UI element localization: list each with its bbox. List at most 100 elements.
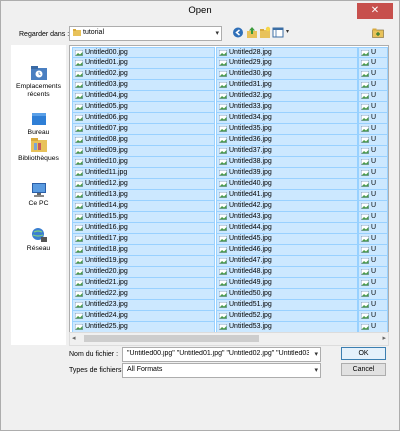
file-item[interactable]: Untitled12.jpg — [72, 179, 215, 190]
file-item[interactable]: Untitled41.jpg — [216, 190, 358, 201]
file-item[interactable]: Untitled46.jpg — [216, 245, 358, 256]
create-folder-icon[interactable] — [372, 27, 384, 38]
file-item[interactable]: Untitled18.jpg — [72, 245, 215, 256]
file-item[interactable]: Untitled47.jpg — [216, 256, 358, 267]
file-item[interactable]: Untitled43.jpg — [216, 212, 358, 223]
view-menu-icon[interactable] — [272, 26, 284, 39]
file-item[interactable]: U — [358, 58, 388, 69]
file-item[interactable]: U — [358, 278, 388, 289]
file-item[interactable]: U — [358, 47, 388, 58]
file-item[interactable]: Untitled15.jpg — [72, 212, 215, 223]
file-item[interactable]: Untitled17.jpg — [72, 234, 215, 245]
place-item[interactable]: Bureau — [11, 111, 66, 137]
scrollbar-thumb[interactable] — [84, 335, 259, 342]
file-item[interactable]: Untitled23.jpg — [72, 300, 215, 311]
file-item[interactable]: Untitled39.jpg — [216, 168, 358, 179]
file-item[interactable]: U — [358, 91, 388, 102]
up-folder-icon[interactable] — [246, 26, 258, 39]
file-item[interactable]: Untitled36.jpg — [216, 135, 358, 146]
file-item[interactable]: U — [358, 69, 388, 80]
file-item[interactable]: U — [358, 201, 388, 212]
file-item[interactable]: U — [358, 124, 388, 135]
file-item[interactable]: U — [358, 113, 388, 124]
file-item[interactable]: Untitled06.jpg — [72, 113, 215, 124]
file-item[interactable]: Untitled50.jpg — [216, 289, 358, 300]
file-item[interactable]: U — [358, 245, 388, 256]
file-item[interactable]: Untitled07.jpg — [72, 124, 215, 135]
file-item[interactable]: Untitled02.jpg — [72, 69, 215, 80]
file-item[interactable]: U — [358, 190, 388, 201]
file-item[interactable]: Untitled20.jpg — [72, 267, 215, 278]
file-item[interactable]: Untitled52.jpg — [216, 311, 358, 322]
file-item[interactable]: Untitled05.jpg — [72, 102, 215, 113]
file-item[interactable]: U — [358, 223, 388, 234]
back-icon[interactable] — [232, 26, 244, 39]
file-item[interactable]: Untitled09.jpg — [72, 146, 215, 157]
file-item[interactable]: Untitled22.jpg — [72, 289, 215, 300]
file-item[interactable]: Untitled49.jpg — [216, 278, 358, 289]
file-item[interactable]: Untitled00.jpg — [72, 47, 215, 58]
filetype-dropdown[interactable]: All Formats ▾ — [122, 363, 321, 378]
file-item[interactable]: Untitled45.jpg — [216, 234, 358, 245]
file-item[interactable]: Untitled08.jpg — [72, 135, 215, 146]
chevron-down-icon[interactable]: ▾ — [314, 348, 318, 361]
file-item[interactable]: Untitled19.jpg — [72, 256, 215, 267]
file-item[interactable]: U — [358, 289, 388, 300]
new-folder-icon[interactable] — [259, 26, 271, 39]
filename-field[interactable]: "Untitled00.jpg" "Untitled01.jpg" "Untit… — [122, 347, 321, 362]
file-item[interactable]: Untitled04.jpg — [72, 91, 215, 102]
ok-button[interactable]: OK — [341, 347, 386, 360]
file-name: U — [371, 147, 377, 154]
file-item[interactable]: U — [358, 102, 388, 113]
file-item[interactable]: U — [358, 168, 388, 179]
horizontal-scrollbar[interactable]: ◂ ▸ — [69, 332, 389, 346]
file-item[interactable]: Untitled40.jpg — [216, 179, 358, 190]
view-dropdown-arrow-icon[interactable]: ▾ — [286, 28, 289, 35]
file-item[interactable]: Untitled16.jpg — [72, 223, 215, 234]
file-list[interactable]: Untitled00.jpg Untitled01.jpg Untitled02.j… — [69, 45, 389, 333]
file-item[interactable]: U — [358, 146, 388, 157]
file-item[interactable]: Untitled11.jpg — [72, 168, 215, 179]
file-item[interactable]: U — [358, 267, 388, 278]
file-item[interactable]: Untitled51.jpg — [216, 300, 358, 311]
file-item[interactable]: Untitled24.jpg — [72, 311, 215, 322]
file-item[interactable]: U — [358, 80, 388, 91]
file-item[interactable]: U — [358, 234, 388, 245]
file-item[interactable]: Untitled35.jpg — [216, 124, 358, 135]
place-item[interactable]: Bibliothèques — [11, 137, 66, 163]
file-item[interactable]: Untitled21.jpg — [72, 278, 215, 289]
file-item[interactable]: Untitled03.jpg — [72, 80, 215, 91]
file-item[interactable]: U — [358, 300, 388, 311]
file-item[interactable]: Untitled48.jpg — [216, 267, 358, 278]
file-item[interactable]: Untitled31.jpg — [216, 80, 358, 91]
place-item[interactable]: Réseau — [11, 227, 66, 253]
file-item[interactable]: U — [358, 212, 388, 223]
look-in-dropdown[interactable]: tutorial ▾ — [69, 26, 222, 41]
file-item[interactable]: Untitled10.jpg — [72, 157, 215, 168]
file-item[interactable]: U — [358, 157, 388, 168]
file-item[interactable]: U — [358, 311, 388, 322]
file-item[interactable]: Untitled30.jpg — [216, 69, 358, 80]
file-item[interactable]: Untitled29.jpg — [216, 58, 358, 69]
file-name: U — [371, 191, 377, 198]
file-item[interactable]: U — [358, 179, 388, 190]
file-item[interactable]: Untitled28.jpg — [216, 47, 358, 58]
file-item[interactable]: Untitled44.jpg — [216, 223, 358, 234]
file-item[interactable]: Untitled32.jpg — [216, 91, 358, 102]
file-item[interactable]: Untitled13.jpg — [72, 190, 215, 201]
file-item[interactable]: Untitled01.jpg — [72, 58, 215, 69]
file-item[interactable]: Untitled37.jpg — [216, 146, 358, 157]
file-item[interactable]: Untitled38.jpg — [216, 157, 358, 168]
file-item[interactable]: Untitled42.jpg — [216, 201, 358, 212]
place-item[interactable]: Ce PC — [11, 182, 66, 208]
file-item[interactable]: U — [358, 256, 388, 267]
place-item[interactable]: Emplacements récents — [11, 65, 66, 99]
scroll-left-icon[interactable]: ◂ — [72, 334, 76, 342]
close-button[interactable]: ✕ — [357, 3, 393, 19]
file-item[interactable]: Untitled33.jpg — [216, 102, 358, 113]
file-item[interactable]: Untitled34.jpg — [216, 113, 358, 124]
scroll-right-icon[interactable]: ▸ — [382, 334, 386, 342]
cancel-button[interactable]: Cancel — [341, 363, 386, 376]
file-item[interactable]: Untitled14.jpg — [72, 201, 215, 212]
file-item[interactable]: U — [358, 135, 388, 146]
